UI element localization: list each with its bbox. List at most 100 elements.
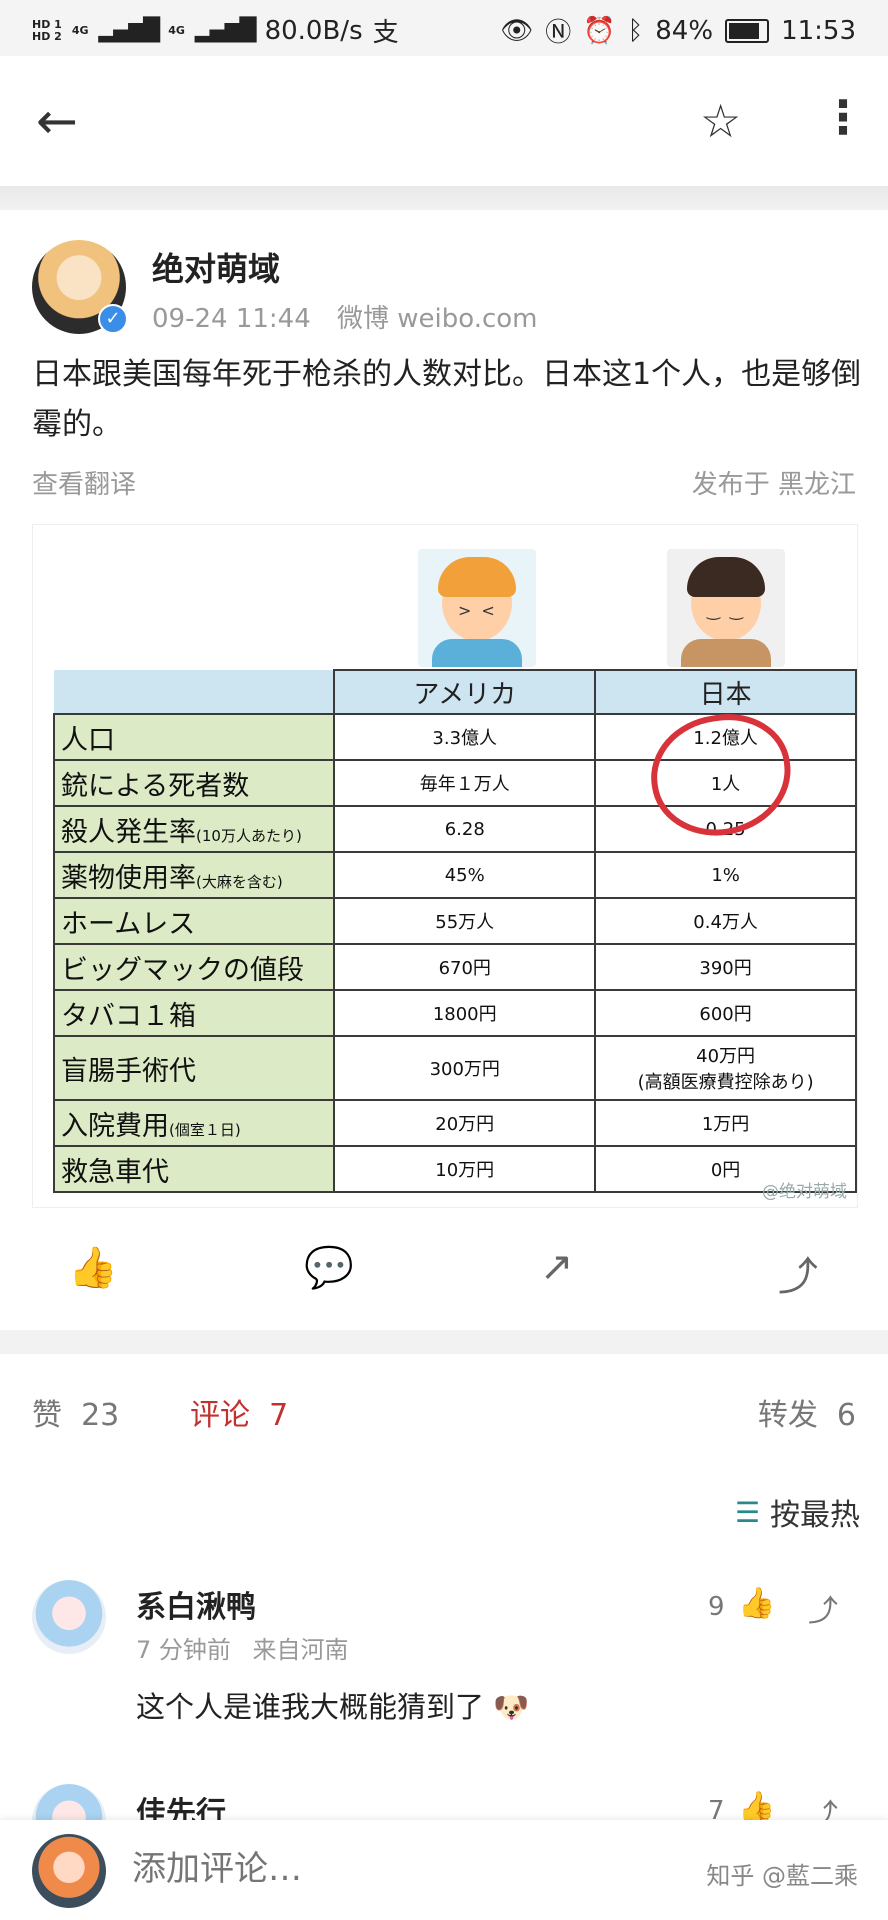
commenter-name[interactable]: 系白湫鸭 [136, 1582, 256, 1626]
cell-usa: 45% [333, 851, 597, 899]
image-watermark: @绝对萌域 [762, 1182, 847, 1202]
cell-usa: 300万円 [333, 1035, 597, 1101]
network-speed: 80.0B/s [264, 15, 363, 46]
post-actions: 👍 💬 ↗ ⤴ [0, 1230, 888, 1310]
alipay-icon: 支 [372, 18, 399, 48]
comment-text: 这个人是谁我大概能猜到了 🐶 [136, 1684, 529, 1726]
cell-usa: 670円 [333, 943, 597, 991]
comment-share-icon[interactable]: ⤴ [808, 1586, 838, 1630]
comments-tab[interactable]: 评论 7 [190, 1390, 288, 1434]
share-icon[interactable]: ⤴ [778, 1244, 818, 1302]
cell-usa: 6.28 [333, 805, 597, 853]
more-options-icon[interactable]: ⋮ [820, 90, 866, 144]
table-row: 薬物使用率(大麻を含む) 45% 1% [52, 851, 857, 899]
header-usa: アメリカ [333, 669, 597, 715]
table-row: 入院費用(個室１日) 20万円 1万円 [52, 1099, 857, 1147]
add-comment-input[interactable] [130, 1848, 494, 1890]
status-bar: HD 1 HD 2 4G ▂▄▆█ 4G ▂▄▆█ 80.0B/s 支 👁 Ⓝ … [0, 0, 888, 56]
reposts-count: 6 [836, 1398, 856, 1433]
commenter-name[interactable]: 佳先行 [136, 1788, 226, 1820]
row-label: 入院費用 [61, 1110, 169, 1142]
comment-like-count: 7 [708, 1796, 725, 1820]
comment-like-icon[interactable]: 👍 [738, 1586, 775, 1621]
sort-label: 按最热 [770, 1498, 860, 1533]
row-label: タバコ１箱 [61, 1000, 196, 1032]
comment-share-icon[interactable]: ⤴ [808, 1790, 838, 1820]
repost-icon[interactable]: ↗ [540, 1244, 574, 1290]
row-label: ビッグマックの値段 [61, 954, 304, 986]
comment-icon[interactable]: 💬 [304, 1244, 354, 1291]
status-right: 👁 Ⓝ ⏰ ᛒ 84% 11:53 [500, 12, 856, 49]
favorite-star-icon[interactable]: ☆ [700, 94, 741, 148]
cell-usa: 1800円 [333, 989, 597, 1037]
post-source: 微博 weibo.com [337, 304, 538, 334]
cell-japan: 40万円 (高額医療費控除あり) [594, 1035, 857, 1101]
zhihu-watermark: 知乎 @藍二乘 [706, 1862, 858, 1890]
signal-icon-2: ▂▄▆█ [194, 18, 257, 43]
post-meta: 09-24 11:44 微博 weibo.com [152, 298, 538, 335]
comment-meta: 7 分钟前 来自河南 [136, 1630, 349, 1665]
row-note: (10万人あたり) [196, 826, 302, 845]
reposts-label: 转发 [757, 1398, 818, 1433]
table-corner [54, 670, 336, 715]
comment-like-icon[interactable]: 👍 [738, 1790, 775, 1820]
cell-japan: 0.4万人 [594, 897, 857, 945]
alarm-icon: ⏰ [583, 15, 616, 46]
clock: 11:53 [781, 15, 856, 46]
translate-link[interactable]: 查看翻译 [32, 464, 136, 501]
post-text: 日本跟美国每年死于枪杀的人数对比。日本这1个人，也是够倒霉的。 [32, 357, 862, 442]
american-character-illustration: >< [418, 549, 536, 667]
cell-japan-note: (高額医療費控除あり) [637, 1072, 814, 1093]
row-label: 薬物使用率 [61, 862, 196, 894]
row-label: 救急車代 [61, 1156, 169, 1188]
my-avatar[interactable] [32, 1834, 106, 1908]
cell-japan-value: 40万円 [696, 1046, 756, 1067]
verified-badge-icon: ✓ [98, 304, 128, 334]
likes-count: 23 [81, 1398, 120, 1433]
back-arrow-icon[interactable]: ← [36, 96, 78, 146]
table-row: タバコ１箱 1800円 600円 [52, 989, 857, 1037]
commenter-avatar[interactable] [32, 1784, 106, 1820]
cell-usa: 3.3億人 [333, 713, 597, 761]
cell-japan: 390円 [594, 943, 857, 991]
header-japan: 日本 [594, 669, 857, 715]
battery-percent: 84% [655, 15, 714, 46]
comment-like-count: 9 [708, 1592, 725, 1622]
like-icon[interactable]: 👍 [68, 1244, 118, 1291]
commenter-avatar[interactable] [32, 1580, 106, 1654]
comment-location: 来自河南 [252, 1636, 349, 1664]
comment-input-bar: 知乎 @藍二乘 [0, 1820, 888, 1920]
author-name[interactable]: 绝对萌域 [152, 244, 280, 290]
comments-label: 评论 [190, 1398, 250, 1433]
comments-count: 7 [269, 1398, 289, 1433]
cell-usa: 55万人 [333, 897, 597, 945]
post-date: 09-24 11:44 [152, 304, 311, 334]
likes-label: 赞 [32, 1398, 62, 1433]
app-bar: ← ☆ ⋮ [0, 56, 888, 186]
nfc-icon: Ⓝ [545, 18, 572, 48]
cell-japan: 600円 [594, 989, 857, 1037]
likes-tab[interactable]: 赞 23 [32, 1390, 119, 1434]
sim1-label: HD 1 [32, 17, 62, 31]
cell-japan: 1万円 [594, 1099, 857, 1147]
post-location: 发布于 黑龙江 [691, 470, 856, 500]
sim-badges: HD 1 HD 2 [32, 17, 62, 43]
reposts-tab[interactable]: 转发 6 [758, 1390, 856, 1434]
row-note: (大麻を含む) [196, 872, 283, 891]
cell-japan: 1% [594, 851, 857, 899]
row-note: (個室１日) [169, 1120, 241, 1139]
eye-icon: 👁 [500, 15, 534, 46]
section-divider [0, 1330, 888, 1354]
sort-icon: ☰ [734, 1495, 760, 1529]
status-left: HD 1 HD 2 4G ▂▄▆█ 4G ▂▄▆█ 80.0B/s 支 [32, 12, 399, 49]
table-row: 救急車代 10万円 0円 [52, 1145, 857, 1193]
post-image[interactable]: >< ‿‿ アメリカ 日本 人口 3.3億人 1.2億人 銃による死者数 毎年１… [32, 524, 858, 1208]
sort-button[interactable]: ☰ 按最热 [735, 1490, 860, 1534]
row-label: 盲腸手術代 [61, 1055, 196, 1087]
bluetooth-icon: ᛒ [627, 15, 644, 46]
table-row: 盲腸手術代 300万円 40万円 (高額医療費控除あり) [52, 1035, 857, 1101]
japanese-character-illustration: ‿‿ [667, 549, 785, 667]
network-type-1: 4G [71, 23, 89, 37]
row-label: 殺人発生率 [61, 816, 196, 848]
row-label: 人口 [61, 724, 115, 756]
